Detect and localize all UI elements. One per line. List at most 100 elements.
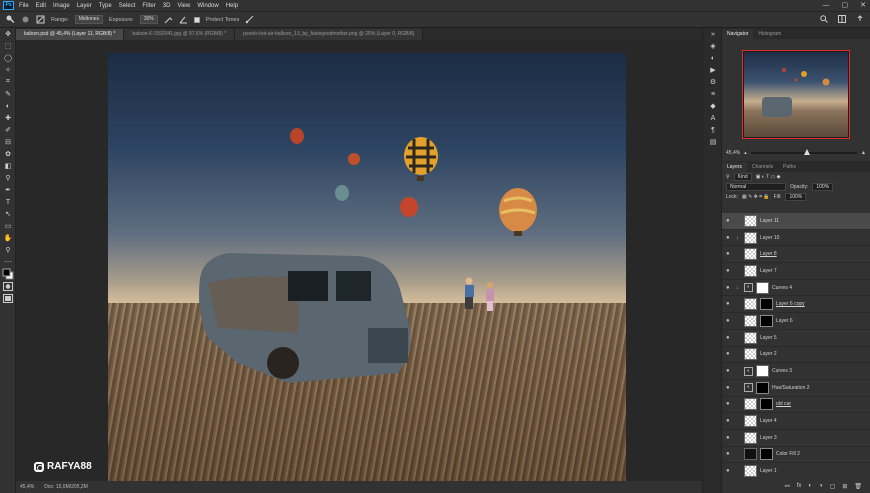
menu-file[interactable]: File	[19, 3, 29, 9]
visibility-eye-icon[interactable]: ●	[726, 268, 733, 274]
hand-tool[interactable]: ✋	[0, 232, 16, 244]
layer-thumbnail[interactable]	[744, 298, 757, 311]
layer-row[interactable]: ● Layer 11	[722, 213, 870, 230]
layer-thumbnail[interactable]	[744, 465, 757, 478]
visibility-eye-icon[interactable]: ●	[726, 435, 733, 441]
layer-row[interactable]: ● ◐ Hue/Saturation 2	[722, 380, 870, 397]
protect-tones-checkbox[interactable]	[193, 16, 200, 23]
layer-row[interactable]: ● ↓ ◐ Curves 4	[722, 280, 870, 297]
layer-name[interactable]: Color Fill 2	[776, 451, 800, 457]
layer-row[interactable]: ● Layer 4	[722, 413, 870, 430]
clone-stamp-tool[interactable]: ✐	[0, 124, 16, 136]
layer-row[interactable]: ● Layer 3	[722, 430, 870, 447]
visibility-eye-icon[interactable]: ●	[726, 351, 733, 357]
properties-icon[interactable]: ⚙	[703, 76, 723, 88]
layer-name[interactable]: Layer 8	[760, 251, 777, 257]
filter-icons[interactable]: ▣ ◐ T ▭ ◆	[756, 174, 781, 180]
menu-view[interactable]: View	[177, 3, 190, 9]
menu-layer[interactable]: Layer	[77, 3, 92, 9]
paragraph-icon[interactable]: ¶	[703, 124, 723, 136]
layer-thumbnail[interactable]	[744, 231, 757, 244]
adjustment-layer-icon[interactable]: ◑	[819, 483, 823, 489]
styles-icon[interactable]: ▤	[703, 136, 723, 148]
trash-icon[interactable]: 🗑	[854, 483, 862, 490]
zoom-slider-thumb[interactable]	[803, 149, 810, 155]
layer-thumbnail[interactable]: ◐	[744, 283, 753, 293]
tab-baloon-jpg[interactable]: baloon-6-1592041.jpg @ 97,6% (RGB/8) *	[124, 29, 236, 40]
new-layer-icon[interactable]: ⊞	[842, 483, 847, 490]
eyedropper-tool[interactable]: ✎	[0, 88, 16, 100]
tab-navigator[interactable]: Navigator	[722, 29, 754, 39]
fill-input[interactable]: 100%	[785, 193, 807, 201]
layer-name[interactable]: Layer 7	[760, 268, 777, 274]
airbrush-icon[interactable]	[164, 15, 173, 24]
layer-row[interactable]: ● old car	[722, 397, 870, 414]
zoom-out-icon[interactable]: ▴	[744, 150, 747, 156]
layer-thumbnail[interactable]	[744, 398, 757, 411]
tab-histogram[interactable]: Histogram	[753, 29, 786, 39]
zoom-slider[interactable]	[750, 149, 858, 155]
layer-thumbnail[interactable]	[744, 214, 757, 227]
add-mask-icon[interactable]: ◐	[808, 483, 812, 489]
history-brush-tool[interactable]: ⊟	[0, 136, 16, 148]
layer-name[interactable]: Layer 6	[776, 318, 793, 324]
tab-baloon-psd[interactable]: baloon.psd @ 45,4% (Layer 11, RGB/8) *	[16, 29, 125, 40]
document-canvas[interactable]	[108, 53, 626, 484]
crop-tool[interactable]: ⌗	[0, 76, 16, 88]
layer-mask-thumbnail[interactable]	[756, 381, 769, 394]
opacity-input[interactable]: 100%	[812, 183, 834, 191]
tab-channels[interactable]: Channels	[747, 162, 778, 172]
lock-icons[interactable]: ▦ ✎ ✥ ⌗ 🔒	[742, 194, 770, 200]
type-tool[interactable]: T	[0, 196, 16, 208]
angle-icon[interactable]	[179, 15, 188, 24]
visibility-eye-icon[interactable]: ●	[726, 368, 733, 374]
edit-toolbar-tool[interactable]: ⋯	[0, 256, 16, 268]
visibility-eye-icon[interactable]: ●	[726, 418, 733, 424]
layer-row[interactable]: ● ◐ Curves 3	[722, 363, 870, 380]
brush-preset-icon[interactable]	[21, 15, 30, 24]
visibility-eye-icon[interactable]: ●	[726, 235, 733, 241]
layer-thumbnail[interactable]	[744, 415, 757, 428]
visibility-eye-icon[interactable]: ●	[726, 385, 733, 391]
group-icon[interactable]: ▢	[830, 483, 836, 490]
screen-mode-icon[interactable]	[0, 292, 16, 304]
healing-tool[interactable]: ◐	[0, 100, 16, 112]
gradient-tool[interactable]: ◧	[0, 160, 16, 172]
visibility-eye-icon[interactable]: ●	[726, 401, 733, 407]
pressure-icon[interactable]	[245, 15, 254, 24]
menu-3d[interactable]: 3D	[163, 3, 171, 9]
visibility-eye-icon[interactable]: ●	[726, 468, 733, 474]
layer-thumbnail[interactable]	[744, 248, 757, 261]
layer-row[interactable]: ● Layer 8	[722, 246, 870, 264]
menu-edit[interactable]: Edit	[36, 3, 46, 9]
layer-mask-thumbnail[interactable]	[756, 281, 769, 294]
tab-pexels-png[interactable]: pexels-hot-air-balloon_13_by_fairiegoodm…	[235, 29, 424, 40]
layer-mask-thumbnail[interactable]	[760, 448, 773, 461]
layer-thumbnail[interactable]	[744, 431, 757, 444]
layer-thumbnail[interactable]: ◐	[744, 366, 753, 376]
layer-row[interactable]: ● Layer 6 copy	[722, 296, 870, 314]
zoom-tool[interactable]: ⚲	[0, 244, 16, 256]
layer-thumbnail[interactable]	[744, 448, 757, 461]
quick-mask-icon[interactable]	[0, 280, 16, 292]
menu-help[interactable]: Help	[226, 3, 238, 9]
layer-name[interactable]: Layer 4	[760, 418, 777, 424]
character-icon[interactable]: A	[703, 112, 723, 124]
pen-tool[interactable]: ✒	[0, 184, 16, 196]
layer-row[interactable]: ● Layer 7	[722, 263, 870, 280]
layer-row[interactable]: ● Layer 2	[722, 347, 870, 364]
layer-mask-thumbnail[interactable]	[760, 398, 773, 411]
layer-name[interactable]: Layer 1	[760, 468, 777, 474]
visibility-eye-icon[interactable]: ●	[726, 285, 733, 291]
navigator-view-box[interactable]	[742, 50, 850, 139]
filter-kind-select[interactable]: Kind	[733, 173, 752, 181]
path-select-tool[interactable]: ↖	[0, 208, 16, 220]
fx-icon[interactable]: fx	[797, 483, 802, 489]
link-layers-icon[interactable]: ⚯	[785, 483, 790, 490]
layer-row[interactable]: ● ↓ Layer 10	[722, 230, 870, 247]
layer-row[interactable]: ● Layer 1	[722, 463, 870, 478]
maximize-button[interactable]: ▢	[842, 0, 849, 11]
menu-type[interactable]: Type	[99, 3, 112, 9]
layer-thumbnail[interactable]	[744, 264, 757, 277]
layer-name[interactable]: Layer 5	[760, 335, 777, 341]
